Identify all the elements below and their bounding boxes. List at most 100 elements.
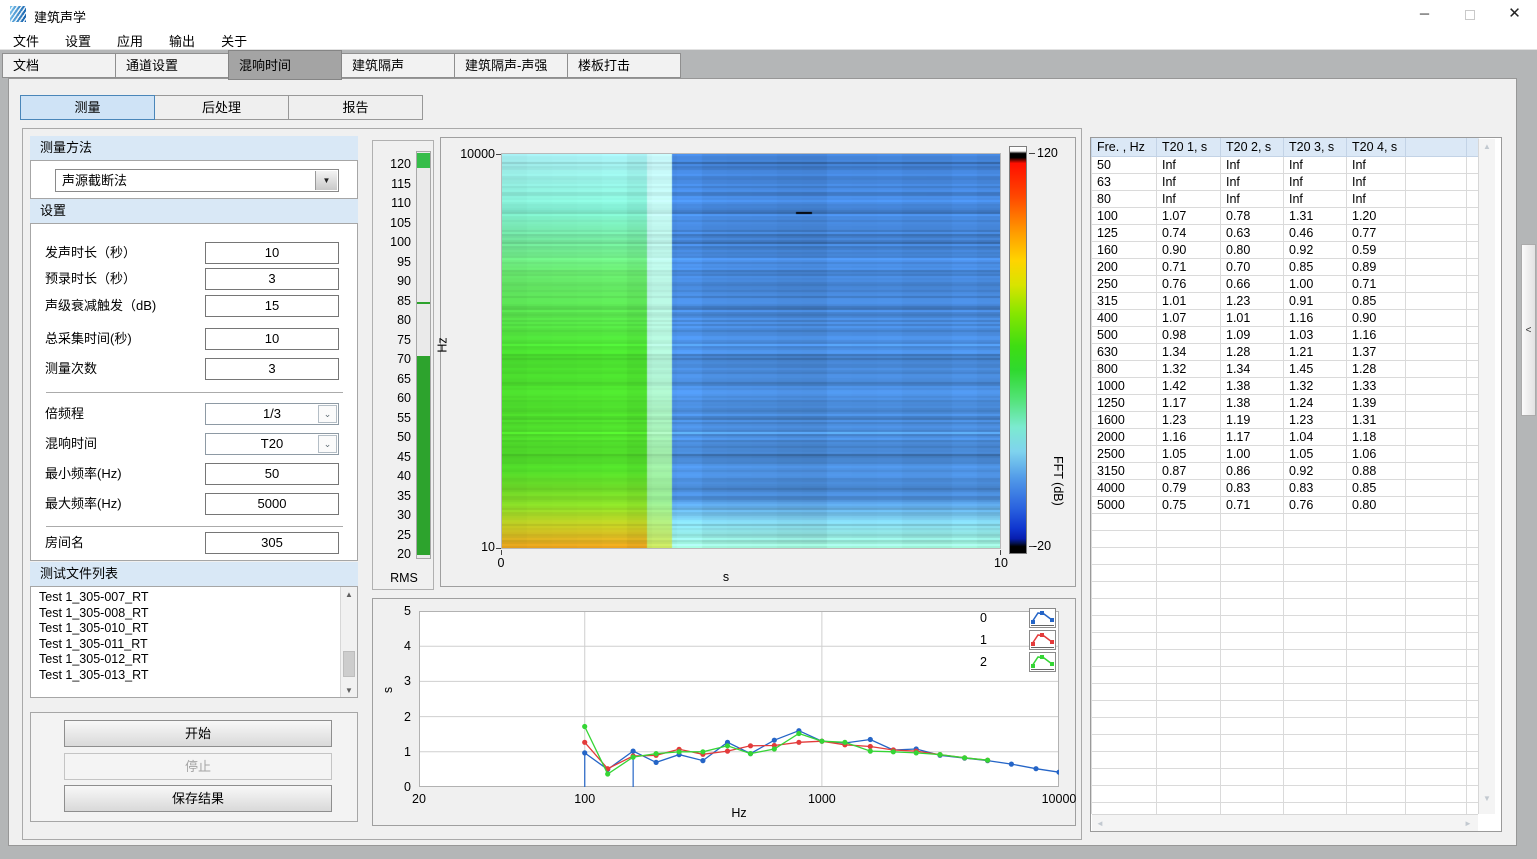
table-cell[interactable] <box>1092 632 1157 649</box>
table-cell[interactable] <box>1221 802 1284 814</box>
table-header-5[interactable]: T20 4, s <box>1347 138 1406 156</box>
table-cell[interactable] <box>1221 530 1284 547</box>
table-cell[interactable] <box>1092 615 1157 632</box>
table-cell[interactable]: 0.80 <box>1347 496 1406 513</box>
table-cell[interactable] <box>1406 377 1467 394</box>
table-cell[interactable] <box>1157 632 1221 649</box>
table-cell[interactable] <box>1406 190 1467 207</box>
table-cell[interactable] <box>1157 615 1221 632</box>
table-cell[interactable] <box>1157 547 1221 564</box>
table-cell[interactable] <box>1221 751 1284 768</box>
table-cell[interactable]: 800 <box>1092 360 1157 377</box>
table-vscrollbar[interactable]: ▲ ▼ <box>1478 139 1495 814</box>
table-cell[interactable] <box>1284 598 1347 615</box>
table-cell[interactable] <box>1092 717 1157 734</box>
subtab-2[interactable]: 后处理 <box>154 95 289 120</box>
table-cell[interactable] <box>1221 513 1284 530</box>
table-cell[interactable]: 160 <box>1092 241 1157 258</box>
table-cell[interactable] <box>1406 649 1467 666</box>
table-cell[interactable]: Inf <box>1347 173 1406 190</box>
table-cell[interactable] <box>1157 700 1221 717</box>
table-cell[interactable] <box>1284 717 1347 734</box>
table-cell[interactable]: Inf <box>1157 173 1221 190</box>
field-select-6[interactable]: 1/3⌄ <box>205 403 339 425</box>
field-input-1[interactable]: 10 <box>205 242 339 264</box>
table-cell[interactable] <box>1284 632 1347 649</box>
table-cell[interactable]: 1.23 <box>1221 292 1284 309</box>
table-cell[interactable]: 0.90 <box>1347 309 1406 326</box>
table-cell[interactable] <box>1406 666 1467 683</box>
table-cell[interactable] <box>1157 564 1221 581</box>
table-cell[interactable]: 1.01 <box>1221 309 1284 326</box>
table-cell[interactable]: 2000 <box>1092 428 1157 445</box>
table-cell[interactable]: 50 <box>1092 156 1157 173</box>
table-cell[interactable]: 1.23 <box>1284 411 1347 428</box>
table-cell[interactable] <box>1092 581 1157 598</box>
field-input-2[interactable]: 3 <box>205 268 339 290</box>
table-cell[interactable]: 0.76 <box>1157 275 1221 292</box>
table-cell[interactable]: 0.85 <box>1347 479 1406 496</box>
table-cell[interactable]: 1.38 <box>1221 394 1284 411</box>
table-header-3[interactable]: T20 2, s <box>1221 138 1284 156</box>
table-cell[interactable] <box>1347 751 1406 768</box>
minimize-button[interactable]: ─ <box>1402 0 1447 28</box>
table-cell[interactable] <box>1284 751 1347 768</box>
table-cell[interactable] <box>1157 768 1221 785</box>
table-cell[interactable] <box>1284 564 1347 581</box>
table-cell[interactable] <box>1406 241 1467 258</box>
table-cell[interactable]: 1.17 <box>1221 428 1284 445</box>
table-cell[interactable] <box>1406 751 1467 768</box>
table-cell[interactable]: Inf <box>1221 156 1284 173</box>
table-cell[interactable] <box>1221 768 1284 785</box>
legend-item-1[interactable]: 1 <box>963 630 1059 650</box>
table-cell[interactable] <box>1347 632 1406 649</box>
table-cell[interactable] <box>1157 581 1221 598</box>
table-cell[interactable] <box>1347 717 1406 734</box>
table-cell[interactable] <box>1406 224 1467 241</box>
tab-1[interactable]: 文档 <box>2 53 116 78</box>
table-cell[interactable] <box>1284 649 1347 666</box>
subtab-3[interactable]: 报告 <box>288 95 423 120</box>
table-cell[interactable]: 1.17 <box>1157 394 1221 411</box>
table-cell[interactable] <box>1221 615 1284 632</box>
table-cell[interactable] <box>1157 717 1221 734</box>
table-cell[interactable]: 1.34 <box>1221 360 1284 377</box>
table-cell[interactable] <box>1221 564 1284 581</box>
table-cell[interactable]: 1.03 <box>1284 326 1347 343</box>
table-cell[interactable] <box>1406 581 1467 598</box>
close-button[interactable]: ✕ <box>1492 0 1537 28</box>
table-cell[interactable] <box>1221 649 1284 666</box>
table-cell[interactable] <box>1157 802 1221 814</box>
table-cell[interactable] <box>1284 530 1347 547</box>
table-cell[interactable]: 80 <box>1092 190 1157 207</box>
table-cell[interactable]: 0.77 <box>1347 224 1406 241</box>
table-cell[interactable]: 1.05 <box>1284 445 1347 462</box>
table-cell[interactable] <box>1221 598 1284 615</box>
table-cell[interactable]: 1.32 <box>1284 377 1347 394</box>
table-cell[interactable]: 0.85 <box>1347 292 1406 309</box>
table-cell[interactable] <box>1221 734 1284 751</box>
table-cell[interactable] <box>1284 683 1347 700</box>
table-cell[interactable]: Inf <box>1221 190 1284 207</box>
table-cell[interactable] <box>1406 530 1467 547</box>
table-cell[interactable]: 0.78 <box>1221 207 1284 224</box>
table-cell[interactable]: 1.37 <box>1347 343 1406 360</box>
table-header-4[interactable]: T20 3, s <box>1284 138 1347 156</box>
table-cell[interactable]: 0.86 <box>1221 462 1284 479</box>
table-cell[interactable]: 0.75 <box>1157 496 1221 513</box>
table-cell[interactable] <box>1284 802 1347 814</box>
panel-collapse-button[interactable]: < <box>1521 244 1536 416</box>
table-cell[interactable]: 1.28 <box>1347 360 1406 377</box>
field-input-8[interactable]: 50 <box>205 463 339 485</box>
start-button[interactable]: 开始 <box>64 720 332 747</box>
table-cell[interactable]: 0.87 <box>1157 462 1221 479</box>
scroll-down-icon[interactable]: ▼ <box>341 686 357 695</box>
tab-4[interactable]: 建筑隔声 <box>341 53 455 78</box>
table-cell[interactable]: 3150 <box>1092 462 1157 479</box>
table-cell[interactable] <box>1092 513 1157 530</box>
field-select-7[interactable]: T20⌄ <box>205 433 339 455</box>
table-cell[interactable]: Inf <box>1284 173 1347 190</box>
table-cell[interactable] <box>1221 581 1284 598</box>
table-cell[interactable] <box>1406 683 1467 700</box>
table-cell[interactable] <box>1406 768 1467 785</box>
